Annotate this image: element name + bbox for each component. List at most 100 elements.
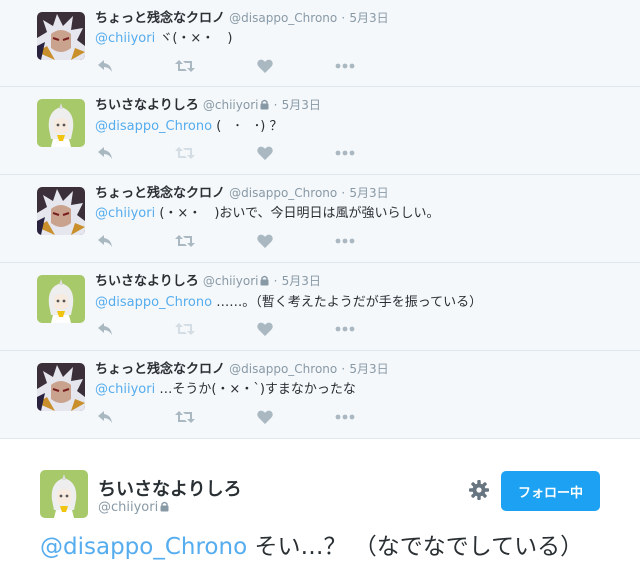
username[interactable]: @disappo_Chrono: [229, 11, 337, 25]
display-name[interactable]: ちいさなよりしろ: [95, 98, 199, 113]
retweet-icon[interactable]: [175, 407, 195, 427]
tweet[interactable]: ちょっと残念なクロノ @disappo_Chrono · 5月3日 @chiiy…: [0, 351, 640, 439]
tweet-header: ちょっと残念なクロノ @disappo_Chrono · 5月3日: [95, 184, 630, 203]
avatar[interactable]: [37, 187, 85, 235]
mention-link[interactable]: @disappo_Chrono: [95, 119, 212, 134]
more-icon[interactable]: [335, 56, 355, 76]
avatar[interactable]: [40, 470, 88, 518]
tweet[interactable]: ちいさなよりしろ @chiiyori · 5月3日 @disappo_Chron…: [0, 263, 640, 351]
tweet-body: ちょっと残念なクロノ @disappo_Chrono · 5月3日 @chiiy…: [95, 360, 630, 399]
tweet-text-content: ( ･ ･) ？: [212, 119, 283, 134]
tweet-actions: [95, 319, 375, 339]
more-icon[interactable]: [335, 231, 355, 251]
tweet-text: @disappo_Chrono そい…？ （なでなでしている）: [40, 531, 600, 563]
like-icon[interactable]: [255, 56, 275, 76]
mention-link[interactable]: @chiiyori: [95, 382, 155, 397]
reply-icon[interactable]: [95, 56, 115, 76]
timestamp[interactable]: 5月3日: [282, 98, 321, 112]
reply-icon[interactable]: [95, 319, 115, 339]
tweet[interactable]: ちょっと残念なクロノ @disappo_Chrono · 5月3日 @chiiy…: [0, 175, 640, 263]
tweet[interactable]: ちょっと残念なクロノ @disappo_Chrono · 5月3日 @chiiy…: [0, 0, 640, 87]
mention-link[interactable]: @disappo_Chrono: [95, 295, 212, 310]
retweet-icon[interactable]: [175, 56, 195, 76]
avatar[interactable]: [37, 363, 85, 411]
tweet-header: ちょっと残念なクロノ @disappo_Chrono · 5月3日: [95, 360, 630, 379]
tweet-body: ちいさなよりしろ @chiiyori · 5月3日 @disappo_Chron…: [95, 96, 630, 136]
chrono-avatar-icon: [37, 12, 85, 60]
username[interactable]: @chiiyori: [203, 274, 259, 288]
lock-icon: [160, 501, 169, 516]
retweet-icon[interactable]: [175, 231, 195, 251]
username-text: @chiiyori: [98, 500, 159, 515]
display-name[interactable]: ちょっと残念なクロノ: [95, 362, 225, 377]
more-icon[interactable]: [335, 143, 355, 163]
mention-link[interactable]: @chiiyori: [95, 31, 155, 46]
more-icon[interactable]: [335, 319, 355, 339]
separator: ·: [273, 274, 278, 288]
tweet-actions: [95, 231, 375, 251]
tweet-text-content: そい…？ （なでなでしている）: [247, 534, 584, 560]
tweet-header: ちいさなよりしろ @chiiyori · 5月3日: [95, 96, 630, 116]
gear-icon[interactable]: [468, 479, 490, 501]
like-icon[interactable]: [255, 407, 275, 427]
timestamp[interactable]: 5月3日: [282, 274, 321, 288]
more-icon[interactable]: [335, 407, 355, 427]
yorishiro-avatar-icon: [40, 470, 88, 518]
reply-icon[interactable]: [95, 231, 115, 251]
tweet-text: @chiiyori ヾ(・×・ ): [95, 30, 630, 48]
display-name[interactable]: ちょっと残念なクロノ: [95, 186, 225, 201]
username[interactable]: @disappo_Chrono: [229, 186, 337, 200]
yorishiro-avatar-icon: [37, 99, 85, 147]
tweet-text: @disappo_Chrono ……。（暫く考えたようだが手を振っている）: [95, 294, 630, 312]
tweet-actions: [95, 56, 375, 76]
display-name[interactable]: ちょっと残念なクロノ: [95, 11, 225, 26]
timestamp[interactable]: 5月3日: [349, 11, 388, 25]
following-button[interactable]: フォロー中: [501, 471, 600, 511]
separator: ·: [341, 186, 346, 200]
mention-link[interactable]: @disappo_Chrono: [40, 534, 247, 560]
username[interactable]: @disappo_Chrono: [229, 362, 337, 376]
tweet-body: ちいさなよりしろ @chiiyori · 5月3日 @disappo_Chron…: [95, 272, 630, 312]
timestamp[interactable]: 5月3日: [349, 362, 388, 376]
lock-icon: [260, 274, 269, 292]
avatar[interactable]: [37, 12, 85, 60]
yorishiro-avatar-icon: [37, 275, 85, 323]
tweet-header: ちょっと残念なクロノ @disappo_Chrono · 5月3日: [95, 9, 630, 28]
tweet-text: @chiiyori (・×・ )おいで、今日明日は風が強いらしい。: [95, 205, 630, 223]
retweet-icon[interactable]: [175, 319, 195, 339]
tweet-text-content: (・×・ )おいで、今日明日は風が強いらしい。: [155, 206, 440, 221]
username[interactable]: @chiiyori: [98, 500, 169, 516]
like-icon[interactable]: [255, 231, 275, 251]
tweet-body: ちょっと残念なクロノ @disappo_Chrono · 5月3日 @chiiy…: [95, 184, 630, 223]
avatar[interactable]: [37, 275, 85, 323]
tweet-text: @disappo_Chrono ( ･ ･) ？: [95, 118, 630, 136]
conversation-thread: ちょっと残念なクロノ @disappo_Chrono · 5月3日 @chiiy…: [0, 0, 640, 439]
timestamp[interactable]: 5月3日: [349, 186, 388, 200]
main-tweet: ちいさなよりしろ @chiiyori フォロー中 @disappo_Chrono…: [0, 438, 640, 576]
separator: ·: [341, 362, 346, 376]
tweet-body: ちょっと残念なクロノ @disappo_Chrono · 5月3日 @chiiy…: [95, 9, 630, 48]
tweet-text: @chiiyori …そうか(・×・`)すまなかったな: [95, 381, 630, 399]
display-name[interactable]: ちいさなよりしろ: [98, 475, 242, 501]
tweet[interactable]: ちいさなよりしろ @chiiyori · 5月3日 @disappo_Chron…: [0, 87, 640, 175]
tweet-text-content: ……。（暫く考えたようだが手を振っている）: [212, 295, 483, 310]
display-name[interactable]: ちいさなよりしろ: [95, 274, 199, 289]
tweet-text-content: …そうか(・×・`)すまなかったな: [155, 382, 356, 397]
lock-icon: [260, 98, 269, 116]
separator: ·: [341, 11, 346, 25]
chrono-avatar-icon: [37, 187, 85, 235]
tweet-actions: [95, 407, 375, 427]
reply-icon[interactable]: [95, 407, 115, 427]
separator: ·: [273, 98, 278, 112]
like-icon[interactable]: [255, 143, 275, 163]
like-icon[interactable]: [255, 319, 275, 339]
username[interactable]: @chiiyori: [203, 98, 259, 112]
retweet-icon[interactable]: [175, 143, 195, 163]
tweet-actions: [95, 143, 375, 163]
tweet-text-content: ヾ(・×・ ): [155, 31, 233, 46]
chrono-avatar-icon: [37, 363, 85, 411]
tweet-header: ちいさなよりしろ @chiiyori · 5月3日: [95, 272, 630, 292]
mention-link[interactable]: @chiiyori: [95, 206, 155, 221]
avatar[interactable]: [37, 99, 85, 147]
reply-icon[interactable]: [95, 143, 115, 163]
